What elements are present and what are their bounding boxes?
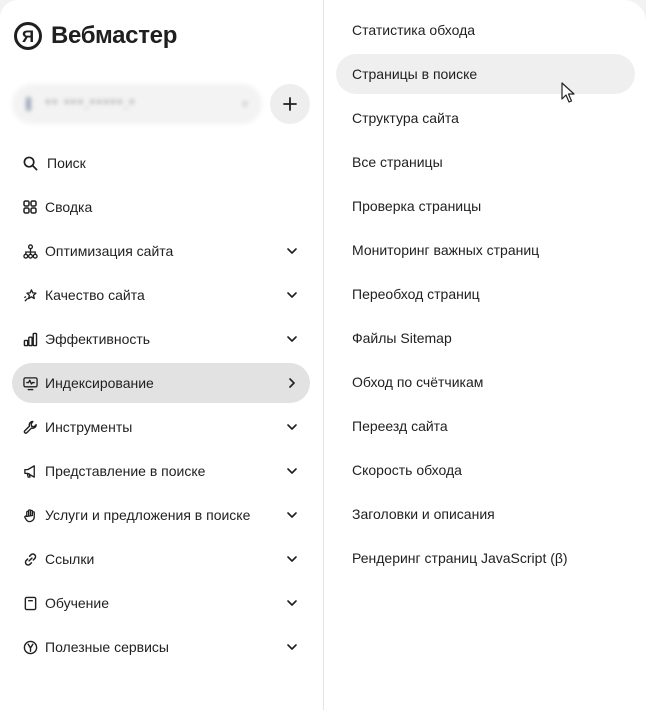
menu-item-useful-services[interactable]: Полезные сервисы <box>12 627 310 667</box>
navigation-panel: Я Вебмастер ** ***.*****.* ▾ Поиск Сводк… <box>0 0 646 710</box>
wrench-icon <box>22 419 38 435</box>
site-selector[interactable]: ** ***.*****.* ▾ <box>12 84 262 124</box>
chevron-down-icon <box>287 600 297 606</box>
sparkle-star-icon <box>22 287 38 303</box>
menu-item-site-optimization[interactable]: Оптимизация сайта <box>12 231 310 271</box>
book-icon <box>22 595 38 611</box>
submenu-item-all-pages[interactable]: Все страницы <box>336 142 635 182</box>
menu-item-search[interactable]: Поиск <box>12 143 310 183</box>
monitor-pulse-icon <box>22 375 38 391</box>
yandex-circle-icon <box>22 639 38 655</box>
bar-chart-icon <box>22 331 38 347</box>
submenu-item-js-rendering[interactable]: Рендеринг страниц JavaScript (β) <box>336 538 635 578</box>
menu-item-label: Эффективность <box>45 331 151 347</box>
hand-icon <box>22 507 38 523</box>
menu-item-learning[interactable]: Обучение <box>12 583 310 623</box>
grid-icon <box>22 199 38 215</box>
menu-item-tools[interactable]: Инструменты <box>12 407 310 447</box>
submenu-item-crawl-stats[interactable]: Статистика обхода <box>336 10 635 50</box>
submenu-item-site-move[interactable]: Переезд сайта <box>336 406 635 446</box>
add-site-button[interactable] <box>270 84 310 124</box>
yandex-logo-icon: Я <box>14 22 42 50</box>
menu-item-efficiency[interactable]: Эффективность <box>12 319 310 359</box>
chevron-down-icon: ▾ <box>241 97 248 111</box>
webmaster-logo[interactable]: Я Вебмастер <box>14 22 177 50</box>
submenu-item-pages-in-search[interactable]: Страницы в поиске <box>336 54 635 94</box>
menu-item-label: Ссылки <box>45 551 95 567</box>
chevron-right-icon <box>289 378 295 388</box>
site-favicon-icon <box>26 97 31 111</box>
submenu-item-crawl-speed[interactable]: Скорость обхода <box>336 450 635 490</box>
submenu-item-crawl-by-counters[interactable]: Обход по счётчикам <box>336 362 635 402</box>
column-divider <box>323 0 324 710</box>
chevron-down-icon <box>287 512 297 518</box>
menu-item-label: Услуги и предложения в поиске <box>45 507 251 523</box>
sitemap-icon <box>22 243 38 259</box>
menu-item-links[interactable]: Ссылки <box>12 539 310 579</box>
submenu-item-page-check[interactable]: Проверка страницы <box>336 186 635 226</box>
menu-item-label: Качество сайта <box>45 287 145 303</box>
submenu-item-titles-descriptions[interactable]: Заголовки и описания <box>336 494 635 534</box>
menu-item-label: Сводка <box>45 199 93 215</box>
link-icon <box>22 551 38 567</box>
menu-item-label: Индексирование <box>45 375 154 391</box>
main-menu: Поиск Сводка Оптимизация сайта Качество … <box>12 143 310 671</box>
chevron-down-icon <box>287 292 297 298</box>
menu-item-site-quality[interactable]: Качество сайта <box>12 275 310 315</box>
menu-item-label: Представление в поиске <box>45 463 206 479</box>
megaphone-icon <box>22 463 38 479</box>
chevron-down-icon <box>287 468 297 474</box>
search-icon <box>22 155 38 171</box>
chevron-down-icon <box>287 248 297 254</box>
menu-item-summary[interactable]: Сводка <box>12 187 310 227</box>
indexing-submenu: Статистика обхода Страницы в поиске Стру… <box>336 10 635 582</box>
menu-item-services-offers[interactable]: Услуги и предложения в поиске <box>12 495 310 535</box>
menu-item-label: Оптимизация сайта <box>45 243 174 259</box>
chevron-down-icon <box>287 556 297 562</box>
menu-item-search-appearance[interactable]: Представление в поиске <box>12 451 310 491</box>
submenu-item-sitemap-files[interactable]: Файлы Sitemap <box>336 318 635 358</box>
plus-icon <box>283 97 297 111</box>
submenu-item-recrawl-pages[interactable]: Переобход страниц <box>336 274 635 314</box>
app-title: Вебмастер <box>51 22 178 49</box>
chevron-down-icon <box>287 644 297 650</box>
menu-item-label: Обучение <box>45 595 110 611</box>
submenu-item-important-pages-monitoring[interactable]: Мониторинг важных страниц <box>336 230 635 270</box>
submenu-item-site-structure[interactable]: Структура сайта <box>336 98 635 138</box>
chevron-down-icon <box>287 336 297 342</box>
menu-item-indexing[interactable]: Индексирование <box>12 363 310 403</box>
site-selector-value: ** ***.*****.* <box>45 95 136 113</box>
menu-item-label: Инструменты <box>45 419 133 435</box>
menu-item-label: Полезные сервисы <box>45 639 169 655</box>
chevron-down-icon <box>287 424 297 430</box>
menu-item-label: Поиск <box>47 155 86 171</box>
